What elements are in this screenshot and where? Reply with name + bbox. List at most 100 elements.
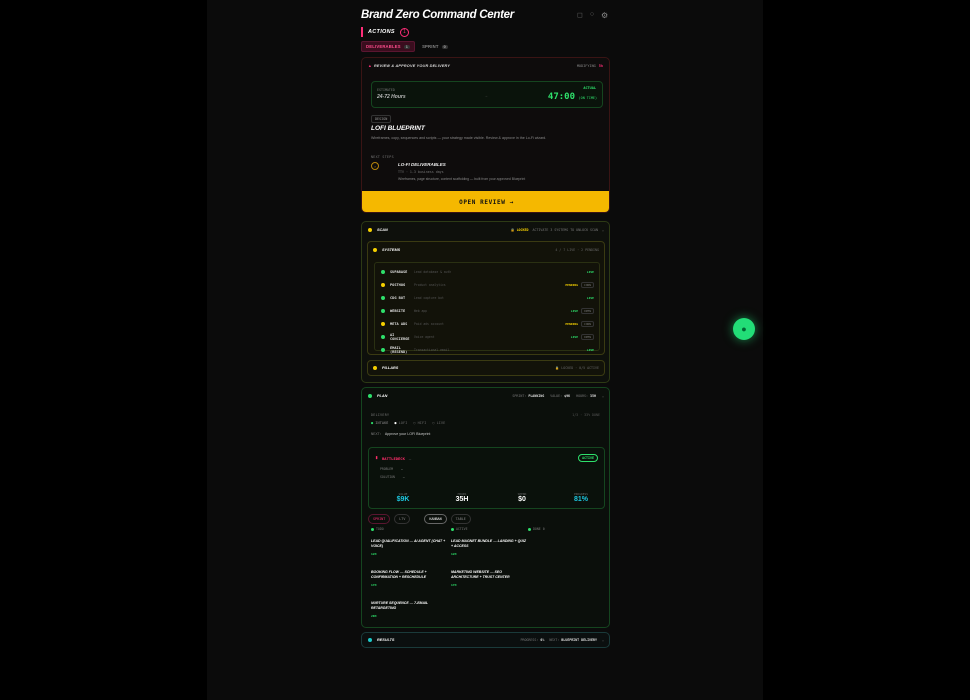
review-header: ▲ REVIEW & APPROVE YOUR DELIVERY [368, 64, 451, 68]
scan-lock-info: 🔒 LOCKED ACTIVATE 3 SYSTEMS TO UNLOCK SC… [510, 228, 604, 232]
kanban-card[interactable]: LEAD MAGNET BUNDLE — LANDING + QUIZ + AC… [451, 539, 527, 556]
left-gutter [0, 0, 207, 700]
system-action-button[interactable]: CONN [581, 282, 594, 288]
pillars-panel[interactable]: PILLARS 🔒 LOCKED · 0/5 ACTIVE [367, 360, 605, 376]
system-description: Paid ads account [414, 322, 444, 326]
system-action-button[interactable]: CONN [581, 321, 594, 327]
gear-icon[interactable]: ⚙ [601, 11, 608, 20]
next-step-title: LO-FI DELIVERABLES [398, 162, 446, 167]
system-status: PENDING [565, 283, 579, 287]
status-dot [381, 322, 385, 326]
open-review-button[interactable]: OPEN REVIEW → [362, 191, 609, 212]
system-description: Product analytics [414, 283, 446, 287]
bell-icon[interactable]: ◻ [577, 11, 583, 20]
battledeck-status-badge: ACTIVE [578, 454, 598, 462]
chevron-down-icon[interactable]: ⌄ [602, 228, 604, 232]
system-action-button[interactable]: OPEN [581, 334, 594, 340]
system-row[interactable]: WEBSITE Web app LIVE OPEN [381, 307, 594, 315]
system-action-button[interactable]: OPEN [581, 308, 594, 314]
pill-sprint-label: SPRINT [422, 44, 439, 49]
step-hifi: ○ HIFI [413, 421, 427, 425]
right-gutter [763, 0, 970, 700]
battledeck-panel: ▮ BATTLEDECK — ACTIVE PROBLEM — SOLUTION — V… [368, 447, 605, 509]
results-card[interactable]: RESULTS PROGRESS: 0% NEXT: BLUEPRINT DEL… [361, 632, 610, 648]
system-row[interactable]: POSTHOG Product analytics PENDING CONN [381, 281, 594, 289]
delivery-label: DELIVERY [371, 413, 390, 417]
system-name: POSTHOG [390, 283, 406, 287]
step-lofi: ● LOFI [394, 421, 408, 425]
system-row[interactable]: SUPABASE Lead database & auth LIVE [381, 268, 594, 276]
battledeck-header: ▮ BATTLEDECK — [375, 455, 412, 461]
tab-kanban[interactable]: KANBAN [424, 514, 447, 524]
chevron-down-icon[interactable]: ⌄ [602, 394, 604, 398]
kanban-card[interactable]: BOOKING FLOW — SCHEDULE + CONFIRMATION +… [371, 570, 447, 587]
delivery-steps: ● INTAKE ● LOFI ○ HIFI ○ LIVE [371, 421, 445, 425]
plan-header[interactable]: PLAN [368, 394, 387, 398]
plan-next-action: NEXT: Approve your LOFI Blueprint [371, 432, 431, 436]
system-description: Lead capture bot [414, 296, 444, 300]
status-dot [381, 309, 385, 313]
estimate-label: ESTIMATED [377, 88, 395, 92]
actual-clock: 47:00 [547, 92, 575, 102]
scan-header[interactable]: SCAN [368, 228, 388, 232]
kanban-card[interactable]: MARKETING WEBSITE — SEO ARCHITECTURE + T… [451, 570, 527, 587]
system-description: Web app [414, 309, 428, 313]
chevron-down-icon[interactable]: ⌄ [602, 638, 604, 642]
system-name: SUPABASE [390, 270, 408, 274]
system-description: Lead database & auth [414, 270, 452, 274]
scan-card: SCAN 🔒 LOCKED ACTIVATE 3 SYSTEMS TO UNLO… [361, 221, 610, 383]
stat-progress: PROGRESS 81% [573, 492, 588, 503]
deliverable-description: Wireframes, copy, sequences and scripts … [371, 136, 547, 140]
system-name: EMAIL (RESEND) [390, 346, 408, 354]
system-status: LIVE [570, 335, 579, 339]
system-name: META ADS [390, 322, 408, 326]
kanban-card[interactable]: LEAD QUALIFICATION — AI AGENT (CHAT + VO… [371, 539, 447, 556]
delivery-progress: 1/3 · 33% DONE [572, 413, 600, 417]
pillars-status: 🔒 LOCKED · 0/5 ACTIVE [555, 366, 599, 370]
system-name: WEBSITE [390, 309, 406, 313]
pill-deliverables-label: DELIVERABLES [366, 44, 401, 49]
user-icon[interactable]: ○ [590, 11, 594, 20]
system-row[interactable]: EMAIL (RESEND) Transactional email LIVE [381, 346, 594, 354]
plan-card: PLAN SPRINT: PLANNING VALUE: $9K HOURS: … [361, 387, 610, 628]
scan-hint: ACTIVATE 3 SYSTEMS TO UNLOCK SCAN [532, 228, 598, 232]
system-description: Voice agent [414, 335, 435, 339]
kanban-column-done: DONE 0 [528, 527, 604, 539]
system-status: LIVE [570, 309, 579, 313]
assistant-fab-icon[interactable]: ● [733, 318, 755, 340]
stat-hours: HOURS 35H [455, 492, 469, 503]
kanban-column-todo: TODO LEAD QUALIFICATION — AI AGENT (CHAT… [371, 527, 447, 632]
system-name: CDG BOT [390, 296, 406, 300]
page-title: Brand Zero Command Center [361, 9, 514, 21]
status-dot [381, 296, 385, 300]
tab-ltv[interactable]: LTV [394, 514, 411, 524]
tab-table[interactable]: TABLE [450, 514, 471, 524]
systems-panel: SYSTEMS 4 / 7 LIVE · 2 PENDING SUPABASE L… [367, 241, 605, 355]
deliverable-title: LOFI BLUEPRINT [371, 125, 425, 132]
tab-sprint[interactable]: SPRINT [368, 514, 391, 524]
estimate-value: 24-72 Hours [377, 94, 406, 100]
step-intake: ● INTAKE [371, 421, 389, 425]
pill-sprint[interactable]: SPRINT 0 [418, 41, 452, 52]
system-row[interactable]: CDG BOT Lead capture bot LIVE [381, 294, 594, 302]
results-summary: PROGRESS: 0% NEXT: BLUEPRINT DELIVERY ⌄ [520, 638, 604, 642]
system-row[interactable]: META ADS Paid ads account PENDING CONN [381, 320, 594, 328]
actions-label: ACTIONS [368, 29, 395, 35]
scan-status-dot [368, 228, 372, 232]
arrow-right-icon: → [484, 93, 488, 98]
systems-summary: 4 / 7 LIVE · 2 PENDING [555, 248, 599, 252]
systems-header[interactable]: SYSTEMS [373, 248, 400, 252]
lock-icon: 🔒 LOCKED [510, 228, 529, 232]
step-live: ○ LIVE [432, 421, 446, 425]
phase-tag: DESIGN [371, 115, 392, 123]
column-header: ACTIVE [451, 527, 527, 531]
pill-deliverables[interactable]: DELIVERABLES 1 [361, 41, 416, 52]
on-time-badge: (ON TIME) [578, 96, 597, 100]
actual-label: ACTUAL [583, 86, 596, 90]
plan-summary: SPRINT: PLANNING VALUE: $9K HOURS: 35H ⌄ [512, 394, 604, 398]
kanban-card[interactable]: NURTURE SEQUENCE — 7-EMAIL RETARGETING 20… [371, 601, 447, 618]
results-header: RESULTS [368, 638, 394, 642]
next-step-meta: TTV · 1-3 business days [398, 170, 444, 174]
system-name: AI CONCIERGE [390, 333, 410, 341]
system-row[interactable]: AI CONCIERGE Voice agent LIVE OPEN [381, 333, 594, 341]
